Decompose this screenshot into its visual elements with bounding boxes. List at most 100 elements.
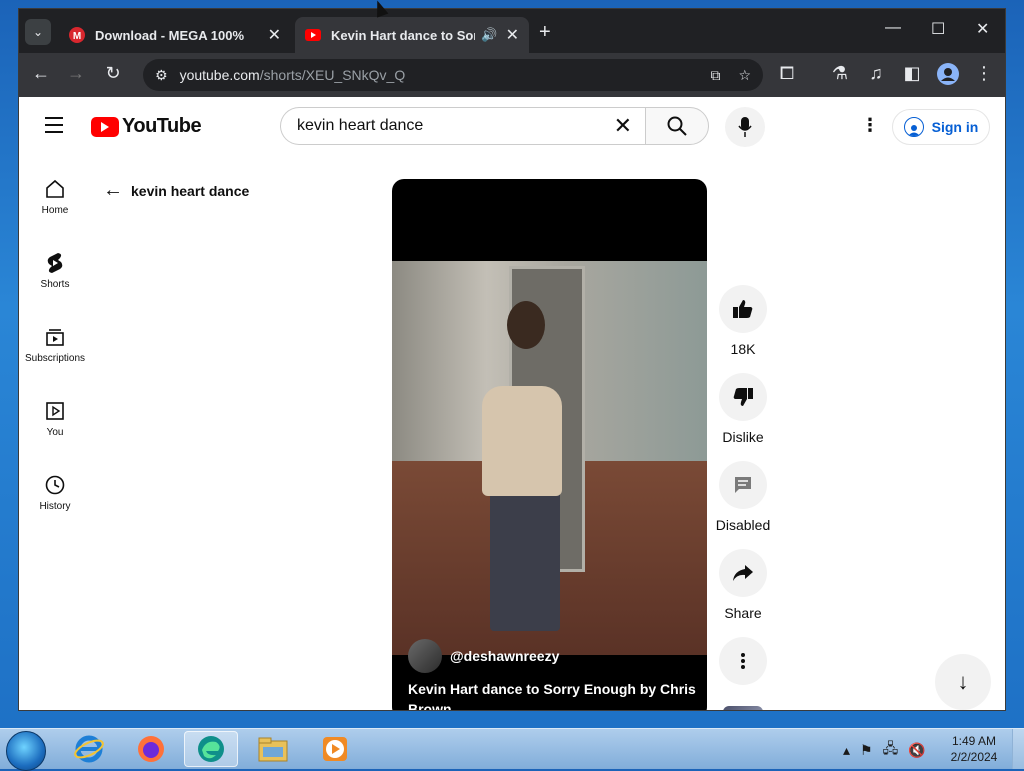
- media-player-icon[interactable]: [308, 731, 362, 767]
- audio-playing-icon[interactable]: 🔊: [481, 27, 497, 43]
- sidebar-item-label: History: [39, 501, 71, 512]
- shorts-player[interactable]: @deshawnreezy Kevin Hart dance to Sorry …: [392, 179, 707, 711]
- share-icon: [719, 549, 767, 597]
- sidebar-item-history[interactable]: History: [19, 473, 91, 512]
- profile-icon[interactable]: [936, 63, 960, 90]
- firefox-icon[interactable]: [124, 731, 178, 767]
- search-button[interactable]: [645, 107, 709, 145]
- logo-text: YouTube: [122, 115, 202, 137]
- labs-icon[interactable]: ⚗: [828, 63, 852, 84]
- maximize-button[interactable]: ☐: [931, 19, 945, 39]
- tab-mega[interactable]: M Download - MEGA 100% ✕: [59, 17, 291, 53]
- tab-title: Kevin Hart dance to Sorry Enough by Chri…: [331, 27, 475, 43]
- network-icon[interactable]: 🖧: [883, 738, 899, 762]
- like-button[interactable]: 18K: [715, 285, 771, 357]
- comments-button[interactable]: Disabled: [715, 461, 771, 533]
- forward-icon[interactable]: →: [64, 63, 88, 84]
- youtube-icon: [305, 27, 321, 43]
- microphone-icon: [738, 117, 752, 137]
- audio-thumbnail[interactable]: [723, 706, 763, 710]
- account-icon: [903, 117, 924, 137]
- back-arrow-icon: ←: [103, 179, 123, 201]
- mega-icon: M: [69, 27, 85, 43]
- video-title: Kevin Hart dance to Sorry Enough by Chri…: [408, 681, 696, 711]
- hamburger-menu-icon[interactable]: [45, 117, 63, 138]
- clock-time: 1:49 AM: [951, 734, 997, 748]
- comments-label: Disabled: [715, 517, 771, 533]
- youtube-play-icon: [91, 116, 119, 137]
- youtube-header: YouTube kevin heart dance ✕ ⋮ Sign in: [19, 97, 1005, 153]
- install-app-icon[interactable]: ⧉: [710, 67, 720, 84]
- thumbs-down-icon: [719, 373, 767, 421]
- sign-in-button[interactable]: Sign in: [892, 109, 990, 145]
- back-icon[interactable]: ←: [29, 63, 53, 84]
- clear-search-icon[interactable]: ✕: [614, 113, 632, 139]
- browser-window: ⌄ M Download - MEGA 100% ✕ Kevin Hart da…: [18, 8, 1006, 711]
- svg-text:M: M: [73, 31, 81, 42]
- youtube-logo[interactable]: YouTube: [91, 115, 202, 138]
- new-tab-button[interactable]: +: [539, 21, 551, 44]
- voice-search-button[interactable]: [725, 107, 765, 147]
- subscriptions-icon: [19, 325, 91, 349]
- video-frame[interactable]: [392, 261, 707, 655]
- dislike-label: Dislike: [722, 429, 764, 445]
- system-tray: ▴ ⚑ 🖧 🔇: [843, 738, 926, 762]
- shorts-icon: [19, 251, 91, 275]
- tab-youtube[interactable]: Kevin Hart dance to Sorry Enough by Chri…: [295, 17, 529, 53]
- show-desktop-button[interactable]: [1012, 729, 1024, 769]
- side-panel-icon[interactable]: ◧: [900, 63, 924, 84]
- action-center-flag-icon[interactable]: ⚑: [860, 742, 873, 759]
- next-short-button[interactable]: ↓: [935, 654, 991, 710]
- settings-menu-icon[interactable]: ⋮: [861, 115, 879, 136]
- url-host: youtube.com: [179, 67, 260, 83]
- close-icon[interactable]: ✕: [268, 25, 281, 45]
- edge-icon[interactable]: [184, 731, 238, 767]
- sidebar-item-label: Home: [41, 205, 69, 216]
- bookmark-star-icon[interactable]: ☆: [738, 67, 751, 84]
- history-icon: [19, 473, 91, 497]
- browser-toolbar: ← → ↻ ⚙ youtube.com/shorts/XEU_SNkQv_Q ⧉…: [19, 53, 1005, 97]
- youtube-page: YouTube kevin heart dance ✕ ⋮ Sign in Ho…: [19, 97, 1005, 711]
- channel-link[interactable]: @deshawnreezy: [408, 639, 559, 673]
- sign-in-label: Sign in: [931, 119, 979, 135]
- search-query[interactable]: kevin heart dance: [297, 117, 614, 135]
- taskbar-clock[interactable]: 1:49 AM 2/2/2024: [948, 733, 1000, 765]
- sidebar-item-label: Shorts: [40, 279, 70, 290]
- show-hidden-icons-icon[interactable]: ▴: [843, 742, 850, 759]
- window-close-button[interactable]: ✕: [976, 19, 989, 39]
- share-label: Share: [724, 605, 762, 621]
- sidebar-item-label: Subscriptions: [24, 353, 86, 364]
- sidebar-item-subscriptions[interactable]: Subscriptions: [19, 325, 91, 364]
- address-bar[interactable]: ⚙ youtube.com/shorts/XEU_SNkQv_Q ⧉ ☆: [143, 59, 763, 91]
- share-button[interactable]: Share: [715, 549, 771, 621]
- sidebar-item-you[interactable]: You: [19, 399, 91, 438]
- tab-strip: ⌄ M Download - MEGA 100% ✕ Kevin Hart da…: [19, 9, 1005, 53]
- arrow-down-icon: ↓: [957, 669, 969, 694]
- comment-icon: [719, 461, 767, 509]
- volume-muted-icon[interactable]: 🔇: [908, 742, 925, 759]
- tab-search-button[interactable]: ⌄: [25, 19, 51, 45]
- search-input[interactable]: kevin heart dance ✕: [280, 107, 646, 145]
- media-control-icon[interactable]: ♫: [864, 63, 888, 84]
- sidebar-item-label: You: [46, 427, 64, 438]
- reload-icon[interactable]: ↻: [101, 63, 125, 84]
- minimize-button[interactable]: —: [885, 19, 901, 37]
- start-button[interactable]: [6, 731, 46, 771]
- channel-avatar[interactable]: [408, 639, 442, 673]
- ie-icon[interactable]: [62, 731, 116, 767]
- channel-name[interactable]: @deshawnreezy: [450, 648, 559, 664]
- back-to-search-link[interactable]: ← kevin heart dance: [103, 179, 249, 202]
- url-path: /shorts/XEU_SNkQv_Q: [259, 67, 406, 83]
- sidebar-item-home[interactable]: Home: [19, 177, 91, 216]
- dislike-button[interactable]: Dislike: [715, 373, 771, 445]
- thumbs-up-icon: [719, 285, 767, 333]
- extensions-icon[interactable]: ⧠: [775, 63, 799, 84]
- explorer-icon[interactable]: [246, 731, 300, 767]
- site-info-icon[interactable]: ⚙: [155, 67, 168, 84]
- search-icon: [667, 116, 687, 136]
- browser-menu-icon[interactable]: ⋮: [972, 63, 996, 84]
- more-actions-button[interactable]: [715, 637, 771, 685]
- close-icon[interactable]: ✕: [506, 25, 519, 45]
- sidebar-item-shorts[interactable]: Shorts: [19, 251, 91, 290]
- like-count: 18K: [730, 341, 756, 357]
